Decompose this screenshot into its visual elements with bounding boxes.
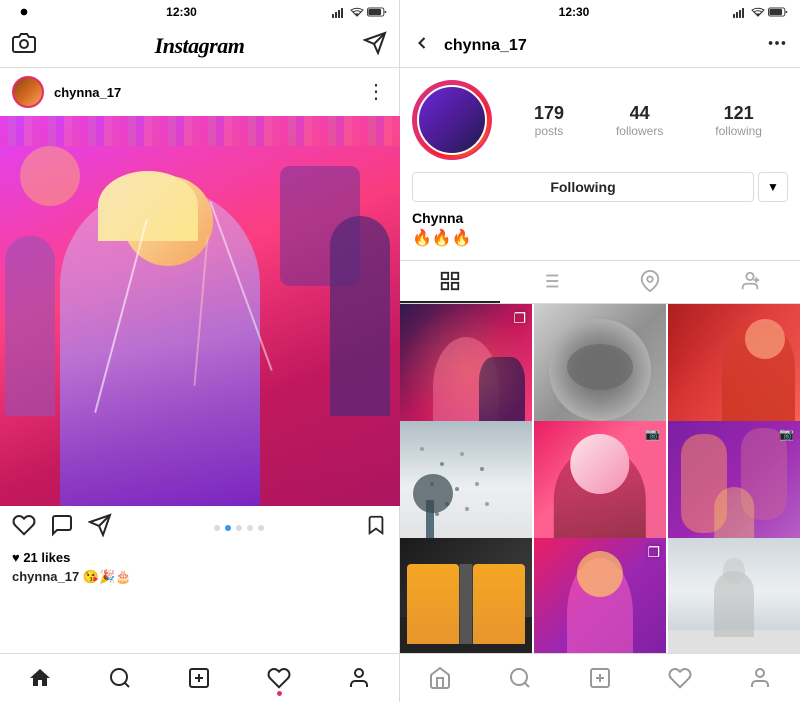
comment-btn[interactable] — [50, 513, 74, 543]
video-icon-6: 📷 — [779, 427, 794, 441]
nav-add[interactable] — [179, 658, 219, 698]
profile-top-nav: chynna_17 — [400, 24, 800, 68]
following-count: 121 — [724, 103, 754, 124]
post-username[interactable]: chynna_17 — [54, 85, 366, 100]
stat-posts: 179 posts — [534, 103, 564, 138]
nav-profile[interactable] — [339, 658, 379, 698]
profile-avatar-inner — [417, 85, 487, 155]
post-avatar[interactable] — [12, 76, 44, 108]
profile-username-title: chynna_17 — [444, 37, 766, 55]
following-row: Following ▼ — [400, 172, 800, 210]
dropdown-button[interactable]: ▼ — [758, 172, 788, 202]
right-time: 12:30 — [559, 5, 590, 19]
multi-icon-1: ❐ — [513, 310, 526, 327]
wifi-icon — [350, 6, 364, 18]
stat-followers: 44 followers — [616, 103, 663, 138]
nav-home[interactable] — [20, 658, 60, 698]
post-image — [0, 116, 400, 506]
caption-username[interactable]: chynna_17 — [12, 569, 79, 584]
right-nav-profile[interactable] — [740, 658, 780, 698]
profile-tabs — [400, 260, 800, 304]
following-label: following — [715, 124, 762, 138]
camera-status-icon — [16, 4, 32, 20]
grid-item-6[interactable]: 📷 — [668, 421, 800, 553]
profile-avatar — [412, 80, 492, 160]
tab-location[interactable] — [600, 261, 700, 303]
right-status-bar: 12:30 — [400, 0, 800, 24]
grid-item-3[interactable] — [668, 304, 800, 436]
nav-heart[interactable] — [259, 658, 299, 698]
right-nav-add[interactable] — [580, 658, 620, 698]
grid-item-9[interactable] — [668, 538, 800, 653]
profile-info: 179 posts 44 followers 121 following — [400, 68, 800, 172]
profile-bio: Chynna 🔥🔥🔥 — [400, 210, 800, 260]
left-time: 12:30 — [166, 5, 197, 19]
right-battery-icon — [768, 6, 788, 18]
right-panel: 12:30 chynn — [400, 0, 800, 702]
heart-notification-dot — [277, 691, 282, 696]
profile-more-btn[interactable] — [766, 32, 788, 60]
post-likes: ♥ 21 likes — [12, 550, 387, 565]
post-header: chynna_17 ⋮ — [0, 68, 399, 116]
dot-4 — [247, 525, 253, 531]
multi-icon-8: ❐ — [647, 544, 660, 561]
grid-item-2[interactable] — [534, 304, 666, 436]
photo-grid: ❐ 📷 — [400, 304, 800, 653]
post-actions — [0, 506, 399, 550]
left-status-icons — [8, 4, 32, 20]
right-signal-icons — [732, 6, 792, 18]
battery-icon — [367, 6, 387, 18]
followers-label: followers — [616, 124, 663, 138]
bio-name: Chynna — [412, 210, 788, 226]
posts-label: posts — [535, 124, 564, 138]
tab-grid[interactable] — [400, 261, 500, 303]
dot-2 — [225, 525, 231, 531]
like-btn[interactable] — [12, 513, 36, 543]
stat-following: 121 following — [715, 103, 762, 138]
back-button[interactable] — [412, 33, 432, 59]
grid-item-8[interactable]: ❐ — [534, 538, 666, 653]
grid-item-5[interactable]: 📷 — [534, 421, 666, 553]
grid-item-7[interactable] — [400, 538, 532, 653]
right-nav-home[interactable] — [420, 658, 460, 698]
left-top-nav: Instagram — [0, 24, 399, 68]
grid-item-4[interactable] — [400, 421, 532, 553]
right-bottom-nav — [400, 653, 800, 702]
camera-icon[interactable] — [12, 31, 36, 61]
post-carousel-dots — [214, 525, 264, 531]
tab-tagged[interactable] — [700, 261, 800, 303]
following-button[interactable]: Following — [412, 172, 754, 202]
tab-list[interactable] — [500, 261, 600, 303]
posts-count: 179 — [534, 103, 564, 124]
post-more-btn[interactable]: ⋮ — [366, 82, 387, 102]
profile-stats: 179 posts 44 followers 121 following — [508, 103, 788, 138]
right-nav-search[interactable] — [500, 658, 540, 698]
right-wifi-icon — [751, 6, 765, 18]
bio-emoji: 🔥🔥🔥 — [412, 228, 788, 248]
bookmark-btn[interactable] — [365, 513, 387, 543]
grid-item-1[interactable]: ❐ — [400, 304, 532, 436]
followers-count: 44 — [630, 103, 650, 124]
right-signal-icon — [732, 6, 748, 18]
left-status-bar: 12:30 — [0, 0, 399, 24]
nav-search[interactable] — [100, 658, 140, 698]
post-meta: ♥ 21 likes chynna_17 😘🎉🎂 — [0, 550, 399, 589]
signal-icon — [331, 6, 347, 18]
share-btn[interactable] — [88, 513, 112, 543]
profile-avatar-wrap — [412, 80, 492, 160]
post-caption: chynna_17 😘🎉🎂 — [12, 569, 387, 585]
video-icon-5: 📷 — [645, 427, 660, 441]
right-nav-heart[interactable] — [660, 658, 700, 698]
direct-icon[interactable] — [363, 31, 387, 60]
left-bottom-nav — [0, 653, 399, 702]
dot-3 — [236, 525, 242, 531]
dot-5 — [258, 525, 264, 531]
app-logo: Instagram — [155, 33, 245, 59]
dot-1 — [214, 525, 220, 531]
left-panel: 12:30 — [0, 0, 400, 702]
caption-text: 😘🎉🎂 — [83, 569, 132, 584]
left-signal-icons — [331, 6, 391, 18]
